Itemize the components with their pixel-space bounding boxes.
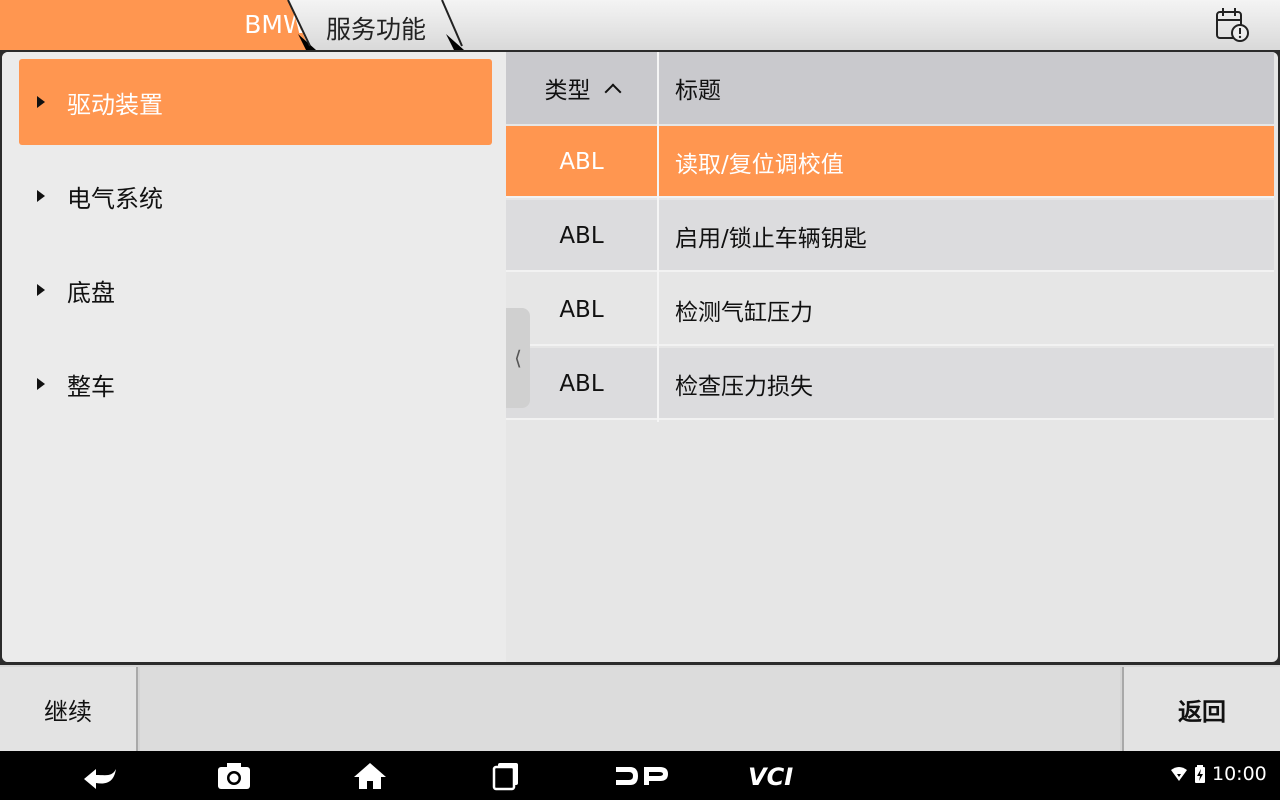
clock-time: 10:00 bbox=[1212, 763, 1267, 785]
column-header-title[interactable]: 标题 bbox=[660, 52, 721, 124]
calendar-alert-icon[interactable] bbox=[1213, 6, 1251, 44]
breadcrumb-section[interactable]: 服务功能 bbox=[320, 0, 460, 50]
table-row[interactable]: ABL 启用/锁止车辆钥匙 bbox=[506, 200, 1274, 272]
cell-type: ABL bbox=[559, 149, 604, 175]
category-sidebar: 驱动装置 电气系统 底盘 整车 bbox=[2, 52, 506, 662]
table-row[interactable]: ABL 检测气缸压力 bbox=[506, 274, 1274, 346]
bottom-action-bar: 继续 返回 bbox=[0, 665, 1280, 751]
chevron-left-icon: ⟨ bbox=[514, 346, 522, 370]
triangle-right-icon bbox=[37, 378, 45, 390]
system-nav-bar: DP VCI 10:00 bbox=[0, 751, 1280, 800]
breadcrumb-separator-icon bbox=[287, 0, 316, 50]
breadcrumb-separator-icon bbox=[441, 0, 464, 50]
status-area: 10:00 bbox=[1170, 763, 1267, 785]
sidebar-item-drive[interactable]: 驱动装置 bbox=[19, 59, 492, 145]
column-divider bbox=[657, 52, 659, 422]
battery-charging-icon bbox=[1195, 765, 1205, 783]
sidebar-item-label: 驱动装置 bbox=[67, 90, 163, 119]
home-icon[interactable] bbox=[352, 761, 388, 791]
content-panel: 驱动装置 电气系统 底盘 整车 类型 标题 ABL 读取/复位调校值 ABL 启… bbox=[2, 52, 1278, 662]
column-header-type[interactable]: 类型 bbox=[506, 52, 657, 124]
cell-title: 检查压力损失 bbox=[675, 374, 813, 400]
continue-button[interactable]: 继续 bbox=[0, 667, 138, 751]
cell-title: 启用/锁止车辆钥匙 bbox=[675, 226, 867, 252]
triangle-right-icon bbox=[37, 284, 45, 296]
recent-apps-icon[interactable] bbox=[490, 761, 522, 791]
sidebar-item-vehicle[interactable]: 整车 bbox=[19, 341, 492, 427]
back-arrow-icon[interactable] bbox=[80, 761, 120, 791]
collapse-sidebar-handle[interactable]: ⟨ bbox=[506, 308, 530, 408]
cell-title: 读取/复位调校值 bbox=[675, 152, 844, 178]
table-row[interactable]: ABL 读取/复位调校值 bbox=[506, 126, 1274, 198]
table-header: 类型 标题 bbox=[506, 52, 1274, 124]
column-header-label: 标题 bbox=[675, 78, 721, 104]
triangle-right-icon bbox=[37, 190, 45, 202]
chevron-up-icon bbox=[604, 83, 621, 101]
sidebar-item-label: 电气系统 bbox=[67, 184, 163, 213]
cell-title: 检测气缸压力 bbox=[675, 300, 813, 326]
sidebar-item-chassis[interactable]: 底盘 bbox=[19, 247, 492, 333]
wifi-icon bbox=[1171, 767, 1187, 781]
top-bar: BMW 服务功能 bbox=[0, 0, 1280, 50]
table-row[interactable]: ABL 检查压力损失 bbox=[506, 348, 1274, 420]
breadcrumb-make[interactable]: BMW bbox=[0, 0, 310, 50]
sidebar-item-electrical[interactable]: 电气系统 bbox=[19, 153, 492, 239]
sidebar-item-label: 整车 bbox=[67, 372, 115, 401]
vci-logo-icon[interactable]: VCI bbox=[746, 761, 812, 791]
sidebar-item-label: 底盘 bbox=[67, 278, 115, 307]
vci-label: VCI bbox=[748, 763, 793, 791]
bottom-bar-spacer bbox=[140, 667, 1120, 751]
breadcrumb-section-label: 服务功能 bbox=[326, 15, 427, 44]
dp-logo-icon[interactable]: DP bbox=[612, 761, 672, 791]
main-frame: 驱动装置 电气系统 底盘 整车 类型 标题 ABL 读取/复位调校值 ABL 启… bbox=[0, 50, 1280, 665]
back-button[interactable]: 返回 bbox=[1122, 667, 1280, 751]
camera-icon[interactable] bbox=[216, 761, 252, 791]
triangle-right-icon bbox=[37, 96, 45, 108]
cell-type: ABL bbox=[559, 223, 604, 249]
column-header-label: 类型 bbox=[544, 78, 591, 104]
